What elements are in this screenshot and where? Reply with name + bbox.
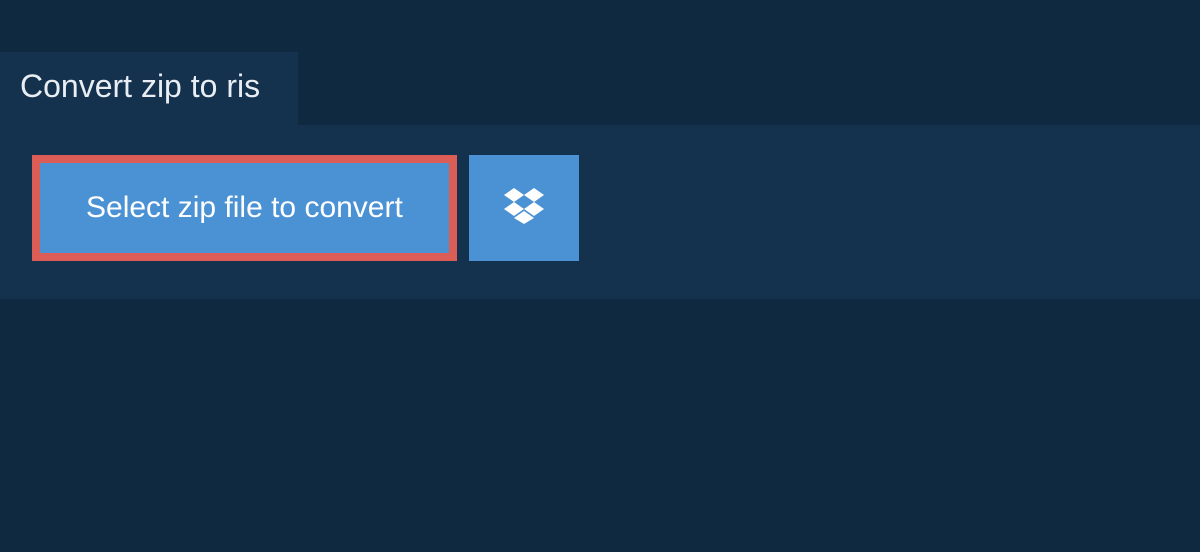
converter-panel: Select zip file to convert (0, 125, 1200, 299)
action-row: Select zip file to convert (32, 155, 1168, 261)
select-file-label: Select zip file to convert (86, 191, 403, 224)
dropbox-icon (504, 188, 544, 229)
tab-label: Convert zip to ris (20, 68, 260, 104)
select-file-button[interactable]: Select zip file to convert (32, 155, 457, 261)
tab-bar: Convert zip to ris (0, 52, 1200, 125)
dropbox-button[interactable] (469, 155, 579, 261)
tab-convert[interactable]: Convert zip to ris (0, 52, 298, 125)
